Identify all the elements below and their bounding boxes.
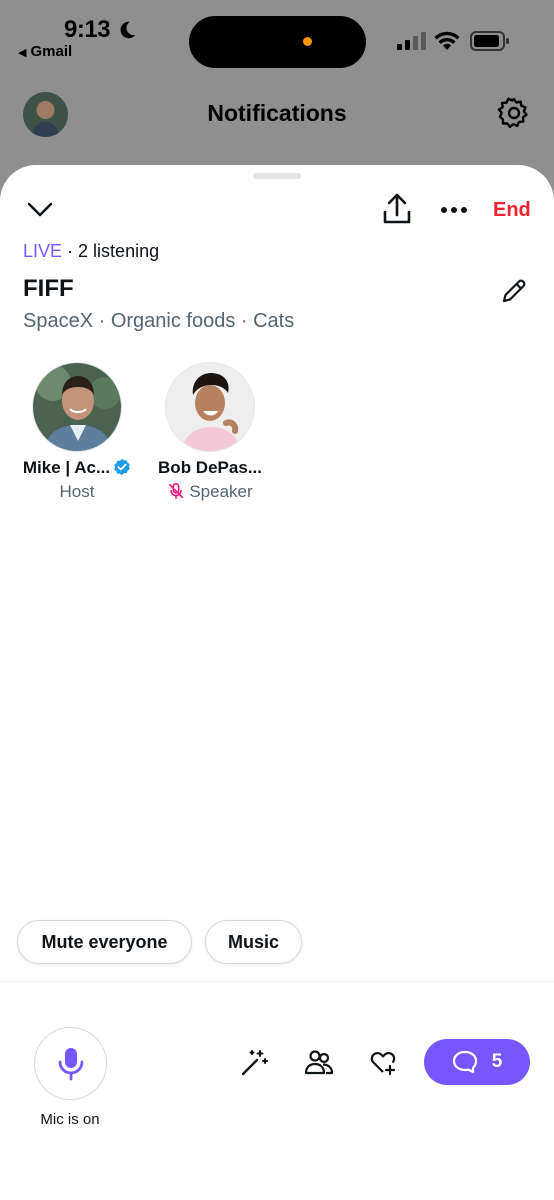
avatar[interactable] xyxy=(32,362,122,452)
mute-everyone-button[interactable]: Mute everyone xyxy=(17,920,192,964)
status-time: 9:13 xyxy=(64,16,111,43)
space-sheet: End LIVE · 2 listening FIFF SpaceX · Org… xyxy=(0,165,554,1200)
battery-icon xyxy=(470,31,509,51)
moon-icon xyxy=(120,21,136,39)
space-title: FIFF xyxy=(23,275,74,302)
end-space-button[interactable]: End xyxy=(493,199,531,222)
magic-wand-icon[interactable] xyxy=(240,1047,270,1077)
more-options-icon[interactable] xyxy=(439,197,469,223)
live-status: LIVE · 2 listening xyxy=(23,241,159,262)
chevron-down-icon[interactable] xyxy=(27,201,53,219)
music-button[interactable]: Music xyxy=(205,920,302,964)
wifi-icon xyxy=(434,31,460,50)
notifications-header: Notifications xyxy=(0,82,554,148)
listening-count: · 2 listening xyxy=(67,241,160,261)
comment-bubble-icon xyxy=(452,1050,477,1074)
participant-host[interactable]: Mike | Ac... Host xyxy=(17,362,137,502)
page-title: Notifications xyxy=(207,100,347,126)
back-app-label: Gmail xyxy=(30,43,73,60)
cellular-signal-icon xyxy=(397,32,426,50)
participant-speaker[interactable]: Bob DePas... Speaker xyxy=(150,362,270,502)
participant-name: Mike | Ac... xyxy=(17,458,137,478)
live-label: LIVE xyxy=(23,241,63,261)
space-topics: SpaceX · Organic foods · Cats xyxy=(23,310,295,332)
participant-role: Host xyxy=(59,482,95,501)
host-name: Mike | Ac... xyxy=(22,458,111,477)
participant-role: Speaker xyxy=(150,482,270,502)
microphone-icon xyxy=(58,1048,84,1081)
status-bar: 9:13 ◀ Gmail xyxy=(0,0,554,80)
sheet-grabber[interactable] xyxy=(253,173,301,179)
heart-plus-icon[interactable] xyxy=(368,1047,398,1077)
back-to-app-link[interactable]: ◀ Gmail xyxy=(18,43,72,60)
divider xyxy=(0,981,554,982)
share-icon[interactable] xyxy=(382,193,412,225)
back-arrow-icon: ◀ xyxy=(18,47,27,59)
pencil-icon[interactable] xyxy=(500,277,528,305)
mic-status-label: Mic is on xyxy=(40,1111,100,1128)
comment-count: 5 xyxy=(491,1051,503,1072)
dynamic-island xyxy=(189,16,366,68)
gear-icon[interactable] xyxy=(497,96,531,130)
speaker-role-label: Speaker xyxy=(189,482,253,501)
mic-off-icon xyxy=(169,482,184,500)
comments-button[interactable]: 5 xyxy=(424,1039,530,1085)
privacy-indicator-icon xyxy=(303,37,312,46)
participant-name: Bob DePas... xyxy=(158,458,262,477)
mic-toggle-button[interactable] xyxy=(34,1027,107,1100)
verified-badge-icon xyxy=(114,458,130,476)
people-icon[interactable] xyxy=(304,1047,334,1077)
avatar[interactable] xyxy=(165,362,255,452)
